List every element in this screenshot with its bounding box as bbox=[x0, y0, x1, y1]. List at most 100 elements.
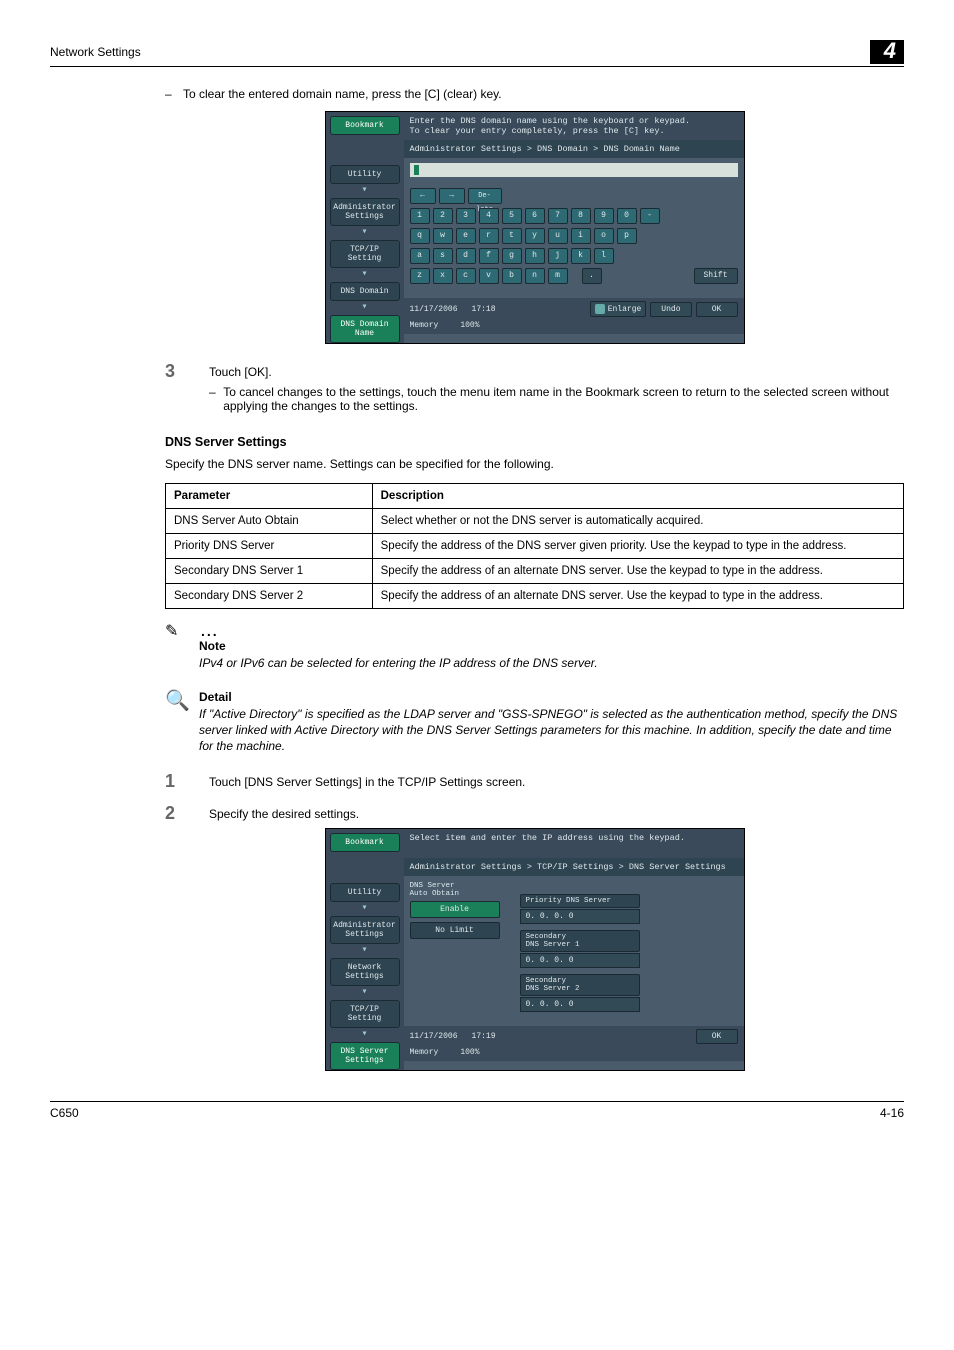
sidebar-tcpip[interactable]: TCP/IP Setting bbox=[330, 1000, 400, 1028]
key-shift[interactable]: Shift bbox=[694, 268, 738, 284]
key-y[interactable]: y bbox=[525, 228, 545, 244]
pen-icon bbox=[595, 304, 605, 314]
screen2-breadcrumb: Administrator Settings > TCP/IP Settings… bbox=[404, 858, 744, 876]
key-space[interactable]: . bbox=[582, 268, 602, 284]
key-k[interactable]: k bbox=[571, 248, 591, 264]
sidebar-utility[interactable]: Utility bbox=[330, 883, 400, 902]
step-2b-text: Specify the desired settings. bbox=[209, 807, 904, 821]
cursor-left-button[interactable]: ← bbox=[410, 188, 436, 204]
foot-time: 17:18 bbox=[472, 305, 496, 314]
key-j[interactable]: j bbox=[548, 248, 568, 264]
secondary-dns1-label[interactable]: Secondary DNS Server 1 bbox=[520, 930, 640, 952]
priority-dns-label[interactable]: Priority DNS Server bbox=[520, 894, 640, 908]
step-1b-number: 1 bbox=[165, 772, 209, 790]
foot-time: 17:19 bbox=[472, 1032, 496, 1041]
table-row: DNS Server Auto Obtain Select whether or… bbox=[166, 509, 904, 534]
foot-date: 11/17/2006 bbox=[410, 1032, 458, 1041]
key-l[interactable]: l bbox=[594, 248, 614, 264]
key-u[interactable]: u bbox=[548, 228, 568, 244]
enlarge-button[interactable]: Enlarge bbox=[590, 301, 647, 317]
domain-name-input[interactable] bbox=[410, 163, 738, 177]
key-q[interactable]: q bbox=[410, 228, 430, 244]
dns-domain-name-screen: Bookmark Enter the DNS domain name using… bbox=[325, 111, 745, 344]
sidebar-dns-server-settings[interactable]: DNS Server Settings bbox=[330, 1042, 400, 1070]
sidebar-tcpip[interactable]: TCP/IP Setting bbox=[330, 240, 400, 268]
side-arrow-icon: ▾ bbox=[330, 947, 400, 955]
key-0[interactable]: 0 bbox=[617, 208, 637, 224]
key-w[interactable]: w bbox=[433, 228, 453, 244]
priority-dns-value: 0. 0. 0. 0 bbox=[520, 909, 640, 924]
undo-button[interactable]: Undo bbox=[650, 302, 691, 317]
foot-date: 11/17/2006 bbox=[410, 305, 458, 314]
enable-button[interactable]: Enable bbox=[410, 901, 500, 918]
bookmark-button[interactable]: Bookmark bbox=[330, 116, 400, 135]
sidebar-admin-settings[interactable]: Administrator Settings bbox=[330, 198, 400, 226]
delete-button[interactable]: De- lete bbox=[468, 188, 502, 204]
side-arrow-icon: ▾ bbox=[330, 905, 400, 913]
footer-model: C650 bbox=[50, 1106, 79, 1120]
key-t[interactable]: t bbox=[502, 228, 522, 244]
key-8[interactable]: 8 bbox=[571, 208, 591, 224]
key-1[interactable]: 1 bbox=[410, 208, 430, 224]
secondary-dns2-label[interactable]: Secondary DNS Server 2 bbox=[520, 974, 640, 996]
ok-button[interactable]: OK bbox=[696, 1029, 738, 1044]
th-parameter: Parameter bbox=[166, 484, 373, 509]
key-m[interactable]: m bbox=[548, 268, 568, 284]
note-text: IPv4 or IPv6 can be selected for enterin… bbox=[199, 655, 904, 671]
key-p[interactable]: p bbox=[617, 228, 637, 244]
screen2-instruction: Select item and enter the IP address usi… bbox=[410, 833, 738, 843]
parameters-table: Parameter Description DNS Server Auto Ob… bbox=[165, 483, 904, 609]
detail-icon: 🔍 bbox=[165, 688, 190, 713]
key-3[interactable]: 3 bbox=[456, 208, 476, 224]
key-7[interactable]: 7 bbox=[548, 208, 568, 224]
key-b[interactable]: b bbox=[502, 268, 522, 284]
key-dash[interactable]: - bbox=[640, 208, 660, 224]
key-d[interactable]: d bbox=[456, 248, 476, 264]
secondary-dns1-value: 0. 0. 0. 0 bbox=[520, 953, 640, 968]
note-icon: ✎ bbox=[165, 621, 178, 641]
auto-obtain-label: DNS Server Auto Obtain bbox=[410, 882, 508, 898]
dns-server-settings-screen: Bookmark Select item and enter the IP ad… bbox=[325, 828, 745, 1070]
key-h[interactable]: h bbox=[525, 248, 545, 264]
note-title: Note bbox=[199, 639, 904, 653]
screen1-instruction-1: Enter the DNS domain name using the keyb… bbox=[410, 116, 738, 126]
side-arrow-icon: ▾ bbox=[330, 1031, 400, 1039]
foot-memory-label: Memory bbox=[410, 321, 439, 330]
sidebar-utility[interactable]: Utility bbox=[330, 165, 400, 184]
foot-memory-label: Memory bbox=[410, 1048, 439, 1057]
table-row: Secondary DNS Server 1 Specify the addre… bbox=[166, 559, 904, 584]
key-v[interactable]: v bbox=[479, 268, 499, 284]
key-r[interactable]: r bbox=[479, 228, 499, 244]
key-o[interactable]: o bbox=[594, 228, 614, 244]
key-e[interactable]: e bbox=[456, 228, 476, 244]
sidebar-network-settings[interactable]: Network Settings bbox=[330, 958, 400, 986]
key-x[interactable]: x bbox=[433, 268, 453, 284]
side-arrow-icon: ▾ bbox=[330, 229, 400, 237]
sidebar-dns-domain[interactable]: DNS Domain bbox=[330, 282, 400, 301]
no-limit-button[interactable]: No Limit bbox=[410, 922, 500, 939]
key-g[interactable]: g bbox=[502, 248, 522, 264]
key-9[interactable]: 9 bbox=[594, 208, 614, 224]
key-z[interactable]: z bbox=[410, 268, 430, 284]
key-2[interactable]: 2 bbox=[433, 208, 453, 224]
bullet-dash: – bbox=[209, 385, 223, 413]
th-description: Description bbox=[372, 484, 903, 509]
ok-button[interactable]: OK bbox=[696, 302, 738, 317]
key-n[interactable]: n bbox=[525, 268, 545, 284]
sidebar-dns-domain-name[interactable]: DNS Domain Name bbox=[330, 315, 400, 343]
sidebar-admin-settings[interactable]: Administrator Settings bbox=[330, 916, 400, 944]
key-s[interactable]: s bbox=[433, 248, 453, 264]
key-5[interactable]: 5 bbox=[502, 208, 522, 224]
key-6[interactable]: 6 bbox=[525, 208, 545, 224]
foot-memory-pct: 100% bbox=[460, 321, 479, 330]
key-f[interactable]: f bbox=[479, 248, 499, 264]
cursor-right-button[interactable]: → bbox=[439, 188, 465, 204]
key-a[interactable]: a bbox=[410, 248, 430, 264]
key-i[interactable]: i bbox=[571, 228, 591, 244]
side-arrow-icon: ▾ bbox=[330, 271, 400, 279]
bookmark-button[interactable]: Bookmark bbox=[330, 833, 400, 852]
key-4[interactable]: 4 bbox=[479, 208, 499, 224]
key-c[interactable]: c bbox=[456, 268, 476, 284]
step-2b-number: 2 bbox=[165, 804, 209, 822]
detail-title: Detail bbox=[199, 690, 904, 704]
